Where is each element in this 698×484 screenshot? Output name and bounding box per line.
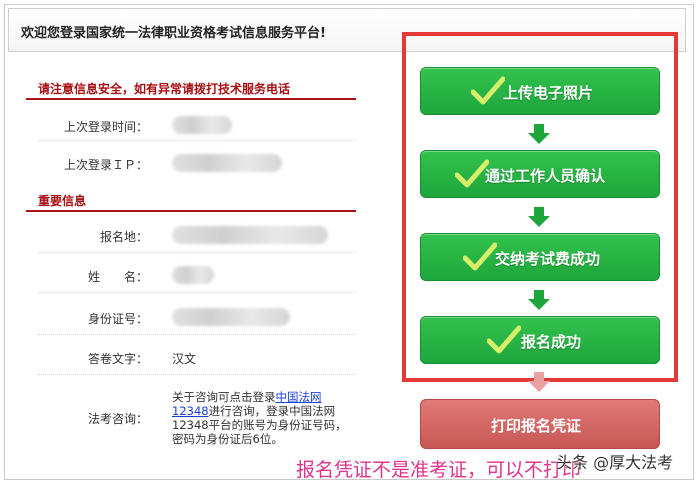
step-registration-success: 报名成功 [420,316,660,364]
row-divider [38,252,356,253]
step-staff-confirm: 通过工作人员确认 [420,150,660,198]
print-registration-label: 打印报名凭证 [491,417,582,435]
last-login-time-label: 上次登录时间： [63,120,148,134]
check-icon [487,325,521,354]
consult-label: 法考咨询： [87,412,148,426]
name-label: 姓 名： [87,270,148,284]
important-info-heading: 重要信息 [26,188,356,212]
arrow-down-icon [528,207,550,227]
step-staff-confirm-label: 通过工作人员确认 [485,167,606,185]
row-divider [38,334,356,335]
important-info-text: 重要信息 [38,194,87,208]
answer-language-value: 汉文 [172,352,197,366]
last-login-ip-label: 上次登录ＩＰ： [63,158,148,172]
caption-note: 报名凭证不是准考证，可以不打印 [296,459,582,481]
step-upload-photo: 上传电子照片 [420,67,660,115]
id-number-redacted [172,308,290,326]
row-divider [38,140,356,141]
row-divider [38,292,356,293]
check-icon [463,242,497,271]
last-login-ip-redacted [172,154,282,172]
print-registration-button[interactable]: 打印报名凭证 [420,399,660,449]
row-divider [38,374,356,375]
security-notice-heading: 请注意信息安全，如有异常请拨打技术服务电话 [26,76,356,100]
check-icon [471,76,505,105]
account-info-panel: 请注意信息安全，如有异常请拨打技术服务电话 上次登录时间： 上次登录ＩＰ： 重要… [26,68,360,468]
watermark: 头条 @厚大法考 [556,453,674,472]
consult-text: 关于咨询可点击登录中国法网 12348进行咨询，登录中国法网12348平台的账号为… [172,390,352,446]
consult-prefix: 关于咨询可点击登录 [172,390,276,404]
name-redacted [172,266,214,284]
arrow-down-icon [528,372,550,392]
registration-place-redacted [172,226,328,244]
step-fee-paid: 交纳考试费成功 [420,233,660,281]
registration-place-label: 报名地： [99,230,148,244]
check-icon [455,159,489,188]
last-login-time-redacted [172,116,232,134]
law-12348-link[interactable]: 12348 [172,404,209,418]
step-registration-success-label: 报名成功 [521,333,582,351]
arrow-down-icon [528,290,550,310]
id-number-label: 身份证号： [87,312,148,326]
answer-language-label: 答卷文字： [87,352,148,366]
welcome-text: 欢迎您登录国家统一法律职业资格考试信息服务平台! [21,26,326,41]
step-upload-photo-label: 上传电子照片 [503,84,594,102]
security-notice-text: 请注意信息安全，如有异常请拨打技术服务电话 [38,82,291,96]
arrow-down-icon [528,124,550,144]
china-law-net-link[interactable]: 中国法网 [276,390,322,404]
step-fee-paid-label: 交纳考试费成功 [495,250,601,268]
